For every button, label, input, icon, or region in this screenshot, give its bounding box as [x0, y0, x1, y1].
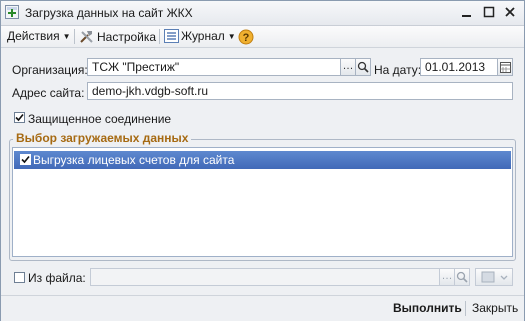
tools-icon	[80, 31, 93, 43]
close-button[interactable]: Закрыть	[472, 301, 518, 315]
search-icon[interactable]	[355, 58, 371, 76]
site-address-label: Адрес сайта:	[12, 86, 85, 100]
calendar-icon[interactable]	[497, 58, 513, 76]
from-file-label: Из файла:	[28, 271, 86, 285]
button-separator	[465, 301, 466, 316]
maximize-icon[interactable]	[481, 4, 497, 20]
settings-label: Настройка	[97, 30, 157, 44]
organization-field[interactable]: ТСЖ "Престиж"	[87, 58, 343, 76]
data-selection-list[interactable]: Выгрузка лицевых счетов для сайта	[12, 147, 513, 257]
ellipsis-icon[interactable]: …	[439, 268, 455, 286]
minimize-icon[interactable]	[459, 4, 475, 20]
chevron-down-icon: ▼	[62, 32, 71, 41]
checkmark-icon	[15, 113, 24, 122]
toolbar: Действия ▼ Настройка Журнал ▼ ?	[1, 26, 524, 48]
toolbar-separator	[159, 29, 160, 44]
help-button[interactable]: ?	[238, 29, 254, 45]
button-bar: Выполнить Закрыть	[1, 295, 524, 321]
site-address-field[interactable]: demo-jkh.vdgb-soft.ru	[87, 82, 513, 100]
svg-text:?: ?	[243, 32, 250, 44]
actions-menu[interactable]: Действия ▼	[7, 29, 71, 44]
window-title: Загрузка данных на сайт ЖКХ	[25, 6, 193, 20]
folder-icon	[481, 271, 508, 283]
actions-label: Действия	[7, 29, 60, 43]
search-icon[interactable]	[454, 268, 470, 286]
from-file-checkbox[interactable]	[14, 272, 25, 283]
list-item-checkbox[interactable]	[20, 154, 31, 165]
ellipsis-icon[interactable]: …	[340, 58, 356, 76]
checkmark-icon	[21, 155, 30, 164]
journal-label: Журнал	[181, 29, 225, 43]
list-item-label: Выгрузка лицевых счетов для сайта	[33, 153, 235, 167]
organization-label: Организация:	[12, 63, 88, 77]
journal-menu[interactable]: Журнал ▼	[164, 29, 236, 44]
date-label: На дату:	[374, 63, 422, 77]
toolbar-separator	[74, 29, 75, 44]
settings-button[interactable]: Настройка	[79, 29, 156, 44]
close-icon[interactable]	[502, 4, 518, 20]
run-button[interactable]: Выполнить	[393, 301, 462, 315]
date-field[interactable]: 01.01.2013	[420, 58, 500, 76]
secure-connection-checkbox[interactable]	[14, 112, 25, 123]
window: Загрузка данных на сайт ЖКХ Действия ▼ На…	[0, 0, 525, 321]
chevron-down-icon: ▼	[227, 32, 236, 41]
app-plus-icon	[5, 5, 19, 19]
title-bar: Загрузка данных на сайт ЖКХ	[1, 1, 524, 26]
file-path-field[interactable]	[90, 268, 442, 286]
secure-connection-label: Защищенное соединение	[28, 112, 172, 126]
help-icon: ?	[238, 29, 254, 45]
journal-list-icon	[164, 29, 179, 43]
list-item[interactable]: Выгрузка лицевых счетов для сайта	[14, 151, 511, 169]
data-selection-title: Выбор загружаемых данных	[13, 131, 192, 145]
file-menu-button[interactable]	[475, 268, 513, 286]
